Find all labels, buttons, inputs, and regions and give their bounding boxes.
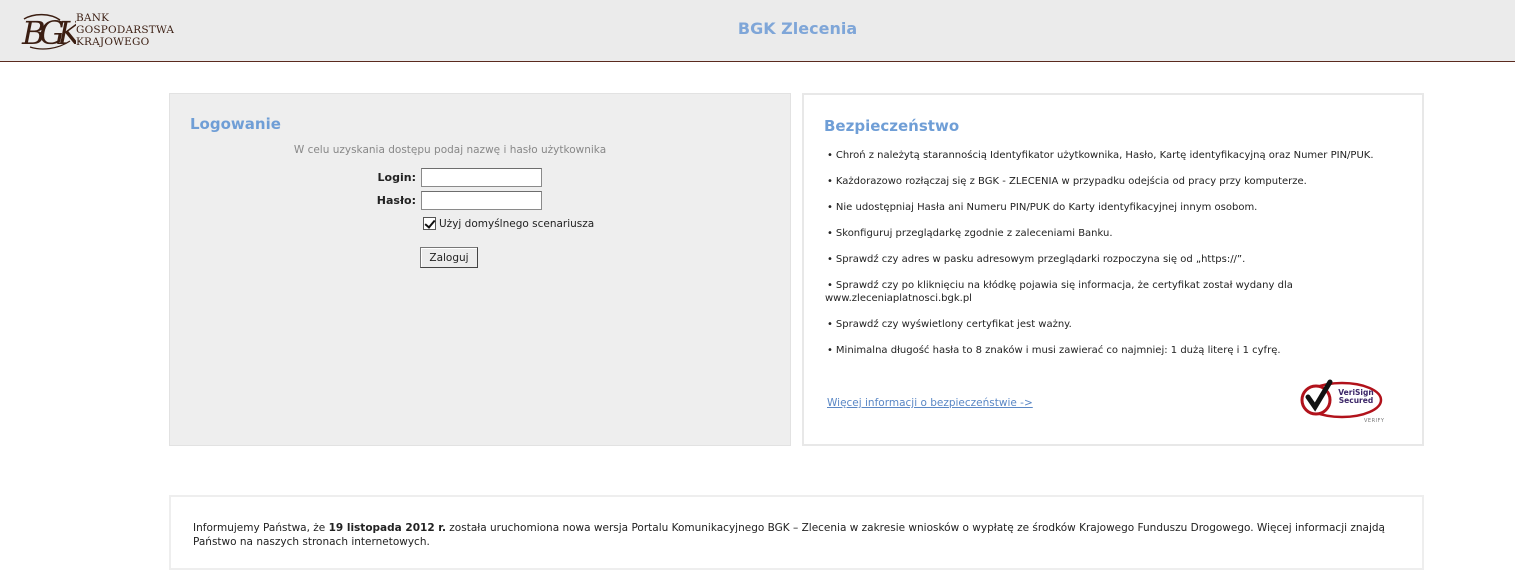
bullet-icon: • <box>827 228 833 239</box>
login-row: Login: <box>170 168 792 188</box>
login-hint: W celu uzyskania dostępu podaj nazwę i h… <box>293 144 607 156</box>
bullet-icon: • <box>827 254 833 265</box>
security-panel: Bezpieczeństwo • Chroń z należytą starann… <box>802 93 1424 446</box>
security-tip-text: Nie udostępniaj Hasła ani Numeru PIN/PUK… <box>835 202 1258 213</box>
security-tip-continuation: www.zleceniaplatnosci.bgk.pl <box>825 293 972 304</box>
password-row: Hasło: <box>170 191 792 211</box>
security-title: Bezpieczeństwo <box>824 117 960 135</box>
default-scenario-checkbox[interactable] <box>423 217 436 230</box>
security-tip: • Sprawdź czy po kliknięciu na kłódkę poj… <box>827 279 1293 292</box>
security-tip: • Sprawdź czy adres w pasku adresowym prz… <box>827 253 1245 266</box>
bullet-icon: • <box>827 280 833 291</box>
security-tip-text: Chroń z należytą starannością Identyfika… <box>835 150 1374 161</box>
login-input[interactable] <box>421 168 542 187</box>
login-label: Login: <box>377 171 416 184</box>
bullet-icon: • <box>827 345 833 356</box>
bullet-icon: • <box>827 202 833 213</box>
security-tip: • Chroń z należytą starannością Identyfik… <box>827 149 1374 162</box>
security-tip: • Sprawdź czy wyświetlony certyfikat jest… <box>827 318 1072 331</box>
security-tip: • Skonfiguruj przeglądarkę zgodnie z zale… <box>827 227 1113 240</box>
more-security-info-link[interactable]: Więcej informacji o bezpieczeństwie -> <box>827 397 1033 409</box>
password-label: Hasło: <box>376 194 416 207</box>
security-tip-text: Sprawdź czy po kliknięciu na kłódkę poja… <box>835 280 1293 291</box>
security-tip: • Nie udostępniaj Hasła ani Numeru PIN/PU… <box>827 201 1257 214</box>
security-tip-text: Sprawdź czy adres w pasku adresowym prze… <box>835 254 1246 265</box>
notice-date: 19 listopada 2012 r. <box>328 522 446 534</box>
security-tip-text: Skonfiguruj przeglądarkę zgodnie z zalec… <box>835 228 1113 239</box>
security-tip-text: Minimalna długość hasła to 8 znaków i mu… <box>835 345 1281 356</box>
security-tip-text: Każdorazowo rozłączaj się z BGK - ZLECEN… <box>835 176 1307 187</box>
login-panel: Logowanie W celu uzyskania dostępu podaj… <box>169 93 791 446</box>
security-tip: • Minimalna długość hasła to 8 znaków i m… <box>827 344 1281 357</box>
verisign-badge[interactable]: VeriSign Secured VERIFY <box>1294 378 1402 428</box>
login-button[interactable]: Zaloguj <box>420 247 478 268</box>
default-scenario-label[interactable]: Użyj domyślnego scenariusza <box>439 218 594 230</box>
bullet-icon: • <box>827 176 833 187</box>
notice-text: Informujemy Państwa, że 19 listopada 201… <box>193 521 1398 549</box>
app-title: BGK Zlecenia <box>737 19 858 38</box>
login-title: Logowanie <box>190 115 281 133</box>
bullet-icon: • <box>827 150 833 161</box>
header: BGK BANK GOSPODARSTWA KRAJOWEGO BGK Zlec… <box>0 0 1515 62</box>
verisign-label: VeriSign Secured <box>1336 389 1376 405</box>
bullet-icon: • <box>827 319 833 330</box>
notice-box: Informujemy Państwa, że 19 listopada 201… <box>169 495 1424 570</box>
security-tip-text: Sprawdź czy wyświetlony certyfikat jest … <box>835 319 1072 330</box>
password-input[interactable] <box>421 191 542 210</box>
security-tip: • Każdorazowo rozłączaj się z BGK - ZLECE… <box>827 175 1307 188</box>
notice-text-start: Informujemy Państwa, że <box>193 522 329 534</box>
verisign-line-2: Secured <box>1338 396 1374 405</box>
verisign-verify-label: VERIFY <box>1364 418 1385 424</box>
